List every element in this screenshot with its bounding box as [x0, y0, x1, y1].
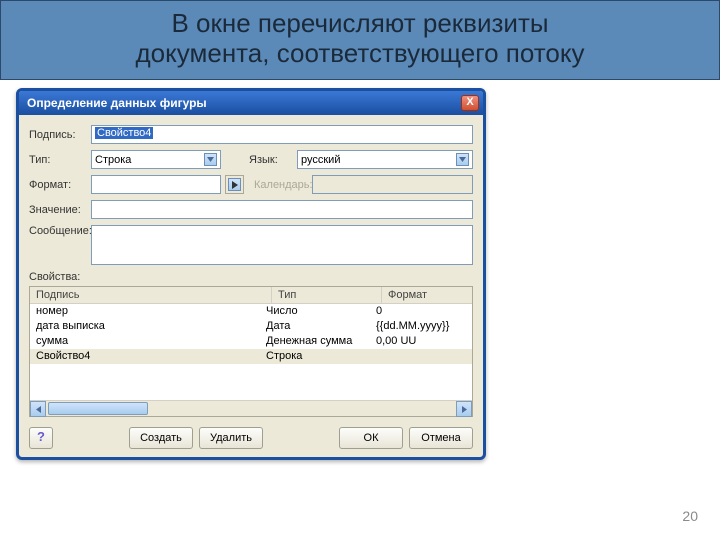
- scroll-track[interactable]: [46, 401, 456, 416]
- page-number: 20: [682, 508, 698, 524]
- cell-type: Денежная сумма: [266, 334, 376, 349]
- grid-header: Подпись Тип Формат: [30, 287, 472, 304]
- format-combo[interactable]: [91, 175, 221, 194]
- value-input[interactable]: [91, 200, 473, 219]
- cell-format: 0,00 UU: [376, 334, 466, 349]
- value-label: Значение:: [29, 204, 91, 216]
- chevron-down-icon: [204, 153, 217, 166]
- scroll-thumb[interactable]: [48, 402, 148, 415]
- language-value: русский: [301, 154, 340, 166]
- slide-header-line2: документа, соответствующего потоку: [7, 39, 713, 69]
- table-row[interactable]: номер Число 0: [30, 304, 472, 319]
- type-combo[interactable]: Строка: [91, 150, 221, 169]
- type-value: Строка: [95, 154, 131, 166]
- slide-header-line1: В окне перечисляют реквизиты: [7, 9, 713, 39]
- cancel-button[interactable]: Отмена: [409, 427, 473, 449]
- help-button[interactable]: ?: [29, 427, 53, 449]
- language-combo[interactable]: русский: [297, 150, 473, 169]
- dialog-title: Определение данных фигуры: [27, 96, 207, 110]
- cell-type: Число: [266, 304, 376, 319]
- col-format[interactable]: Формат: [382, 287, 472, 303]
- cell-type: Дата: [266, 319, 376, 334]
- grid-body: номер Число 0 дата выписка Дата {{dd.MM.…: [30, 304, 472, 400]
- button-bar: ? Создать Удалить ОК Отмена: [29, 425, 473, 451]
- message-label: Сообщение:: [29, 225, 91, 237]
- col-caption[interactable]: Подпись: [30, 287, 272, 303]
- format-label: Формат:: [29, 179, 91, 191]
- slide-header: В окне перечисляют реквизиты документа, …: [0, 0, 720, 80]
- titlebar[interactable]: Определение данных фигуры X: [19, 91, 483, 115]
- grid-empty-area: [30, 364, 472, 400]
- properties-label: Свойства:: [29, 271, 473, 283]
- message-textarea[interactable]: [91, 225, 473, 265]
- cell-caption: Свойство4: [36, 349, 266, 364]
- cell-caption: номер: [36, 304, 266, 319]
- horizontal-scrollbar[interactable]: [30, 400, 472, 416]
- type-label: Тип:: [29, 154, 91, 166]
- cell-format: {{dd.MM.yyyy}}: [376, 319, 466, 334]
- close-button[interactable]: X: [461, 95, 479, 111]
- dialog-body: Подпись: Свойство4 Тип: Строка Язык: рус…: [19, 115, 483, 457]
- cell-caption: дата выписка: [36, 319, 266, 334]
- language-label: Язык:: [249, 154, 297, 166]
- cell-format: [376, 349, 466, 364]
- scroll-right-button[interactable]: [456, 401, 472, 417]
- table-row[interactable]: сумма Денежная сумма 0,00 UU: [30, 334, 472, 349]
- chevron-down-icon: [456, 153, 469, 166]
- shape-data-dialog: Определение данных фигуры X Подпись: Сво…: [16, 88, 486, 460]
- create-button[interactable]: Создать: [129, 427, 193, 449]
- properties-grid: Подпись Тип Формат номер Число 0 дата вы…: [29, 286, 473, 417]
- scroll-left-button[interactable]: [30, 401, 46, 417]
- cell-format: 0: [376, 304, 466, 319]
- cell-caption: сумма: [36, 334, 266, 349]
- delete-button[interactable]: Удалить: [199, 427, 263, 449]
- calendar-combo: [312, 175, 473, 194]
- caption-input[interactable]: Свойство4: [91, 125, 473, 144]
- caption-value: Свойство4: [95, 127, 153, 139]
- col-type[interactable]: Тип: [272, 287, 382, 303]
- format-picker-button[interactable]: [225, 175, 244, 194]
- ok-button[interactable]: ОК: [339, 427, 403, 449]
- play-icon: [228, 178, 241, 191]
- cell-type: Строка: [266, 349, 376, 364]
- table-row-selected[interactable]: Свойство4 Строка: [30, 349, 472, 364]
- calendar-label: Календарь:: [254, 179, 312, 191]
- caption-label: Подпись:: [29, 129, 91, 141]
- table-row[interactable]: дата выписка Дата {{dd.MM.yyyy}}: [30, 319, 472, 334]
